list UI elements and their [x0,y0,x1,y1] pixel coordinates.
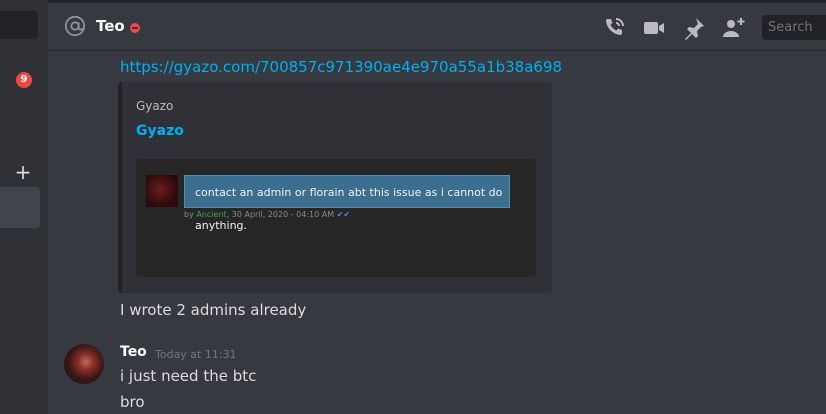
message-author[interactable]: Teo [120,344,147,360]
gyazo-link[interactable]: https://gyazo.com/700857c971390ae4e970a5… [120,58,562,76]
home-button[interactable] [0,11,38,39]
screenshot-avatar [146,175,178,207]
channel-header: Teo Search [48,0,826,51]
notification-badge[interactable]: 9 [16,72,32,88]
link-embed: Gyazo Gyazo contact an admin or florain … [118,82,552,293]
message-list: https://gyazo.com/700857c971390ae4e970a5… [48,52,826,414]
read-check-icon: ✔✔ [336,210,351,219]
screenshot-by-prefix: by [184,210,194,219]
dnd-status-icon [130,23,140,33]
add-server-button[interactable]: + [13,160,33,184]
at-icon [64,15,86,37]
screenshot-date: , 30 April, 2020 - 04:10 AM [226,210,335,219]
embed-provider: Gyazo [136,99,174,113]
avatar[interactable] [64,344,104,384]
video-icon[interactable] [642,16,666,40]
message-timestamp: Today at 11:31 [155,348,237,361]
call-icon[interactable] [602,16,626,40]
selected-server-item[interactable] [0,187,40,228]
embed-title-link[interactable]: Gyazo [136,123,184,139]
embed-image[interactable]: contact an admin or florain abt this iss… [136,159,536,277]
screenshot-author: Ancient [196,210,227,219]
search-input[interactable]: Search [762,15,826,40]
pin-icon[interactable] [682,16,706,40]
screenshot-message-bubble: contact an admin or florain abt this iss… [184,175,510,232]
message-text: bro [120,393,145,411]
channel-name: Teo [96,17,125,35]
add-friend-icon[interactable] [722,16,746,40]
message-text: I wrote 2 admins already [120,301,307,319]
screenshot-meta: by Ancient, 30 April, 2020 - 04:10 AM ✔✔ [184,210,350,219]
message-text: i just need the btc [120,367,257,385]
server-sidebar: 9 + [0,0,48,414]
